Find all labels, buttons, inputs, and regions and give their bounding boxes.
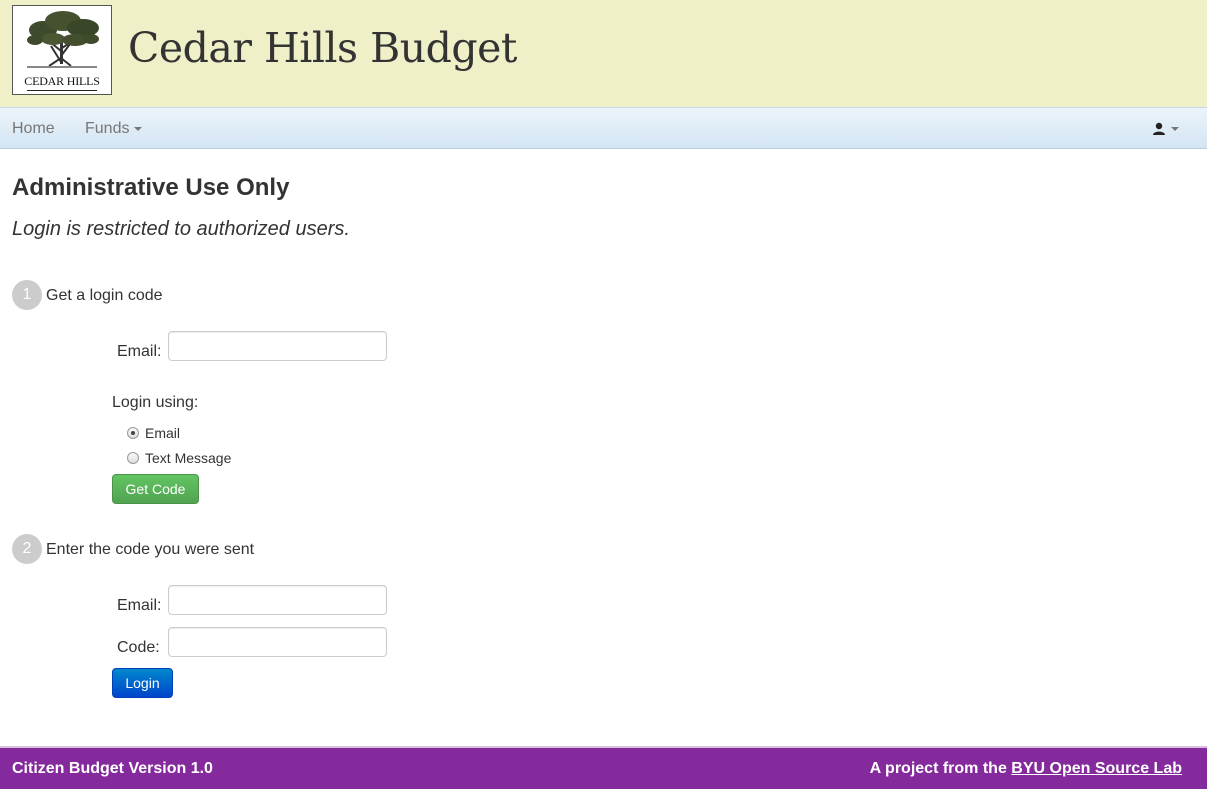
step-1-email-label: Email: — [117, 343, 162, 360]
step-1-label: Get a login code — [46, 287, 163, 304]
logo-underline — [27, 90, 97, 91]
site-title: Cedar Hills Budget — [128, 24, 517, 72]
site-header: CEDAR HILLS Cedar Hills Budget — [0, 0, 1207, 107]
footer-credit: A project from the BYU Open Source Lab — [870, 760, 1182, 778]
footer-credit-prefix: A project from the — [869, 760, 1007, 777]
radio-option-text-message[interactable]: Text Message — [127, 450, 231, 466]
get-code-button[interactable]: Get Code — [112, 474, 199, 504]
nav-funds-label: Funds — [85, 120, 130, 137]
radio-button[interactable] — [127, 452, 139, 464]
chevron-down-icon — [1171, 126, 1179, 131]
code-label: Code: — [117, 639, 160, 656]
radio-option-email[interactable]: Email — [127, 425, 180, 441]
user-menu-dropdown[interactable] — [1152, 120, 1179, 138]
login-button[interactable]: Login — [112, 668, 173, 698]
chevron-down-icon — [134, 126, 143, 131]
nav-home-link[interactable]: Home — [12, 120, 55, 138]
login-using-label: Login using: — [112, 394, 199, 411]
logo-text: CEDAR HILLS — [24, 74, 100, 88]
step-1-email-input[interactable] — [168, 331, 387, 361]
step-2-email-label: Email: — [117, 597, 162, 614]
step-2-label: Enter the code you were sent — [46, 541, 255, 558]
cedar-hills-logo[interactable]: CEDAR HILLS — [12, 5, 112, 95]
step-2-email-input[interactable] — [168, 585, 387, 615]
radio-label-text-message: Text Message — [145, 450, 232, 466]
nav-funds-dropdown[interactable]: Funds — [85, 120, 143, 138]
byu-open-source-lab-link[interactable]: BYU Open Source Lab — [1011, 760, 1182, 777]
page-heading: Administrative Use Only — [12, 174, 290, 201]
navbar: Home Funds — [0, 107, 1207, 149]
page-subheading: Login is restricted to authorized users. — [12, 218, 350, 240]
user-icon — [1153, 122, 1165, 135]
step-2-badge: 2 — [12, 534, 42, 564]
radio-label-email: Email — [145, 425, 181, 441]
radio-button-checked[interactable] — [127, 427, 139, 439]
step-1-badge: 1 — [12, 280, 42, 310]
code-input[interactable] — [168, 627, 387, 657]
footer-version: Citizen Budget Version 1.0 — [12, 760, 213, 777]
site-footer: Citizen Budget Version 1.0 A project fro… — [0, 746, 1207, 789]
